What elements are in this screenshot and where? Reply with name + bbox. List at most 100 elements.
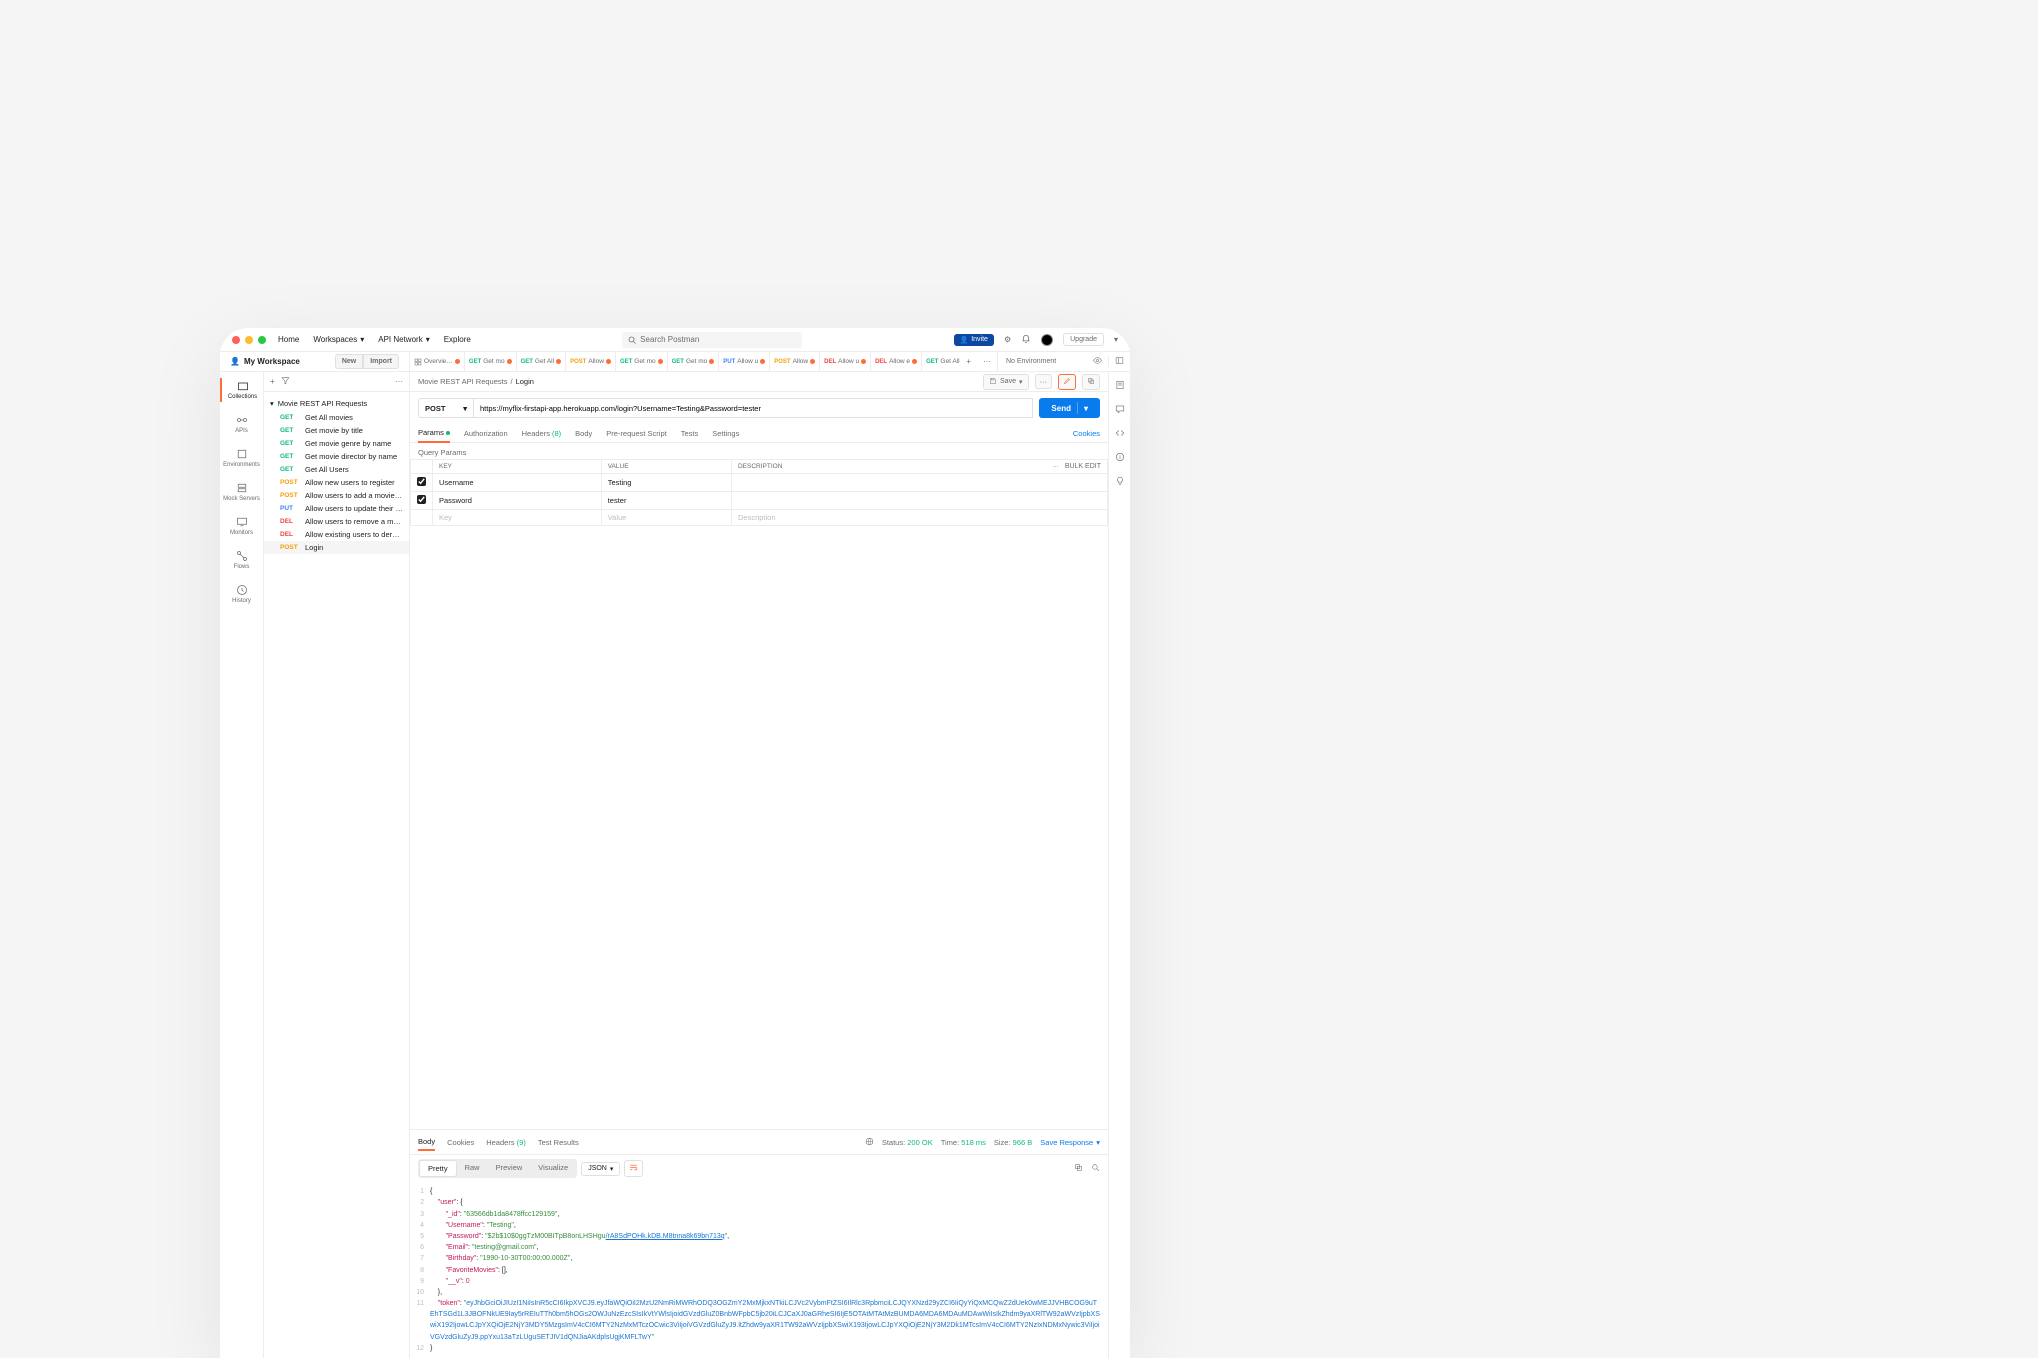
comment-icon[interactable] (1115, 404, 1125, 416)
invite-button[interactable]: 👤Invite (954, 334, 994, 346)
wrap-lines-button[interactable] (624, 1160, 643, 1177)
globe-icon[interactable] (865, 1137, 874, 1148)
cookies-link[interactable]: Cookies (1073, 429, 1100, 438)
resp-tab-cookies[interactable]: Cookies (447, 1135, 474, 1150)
menu-workspaces[interactable]: Workspaces ▾ (313, 335, 364, 344)
param-checkbox[interactable] (417, 495, 426, 504)
tab[interactable]: GETGet All (517, 352, 567, 371)
tab-body[interactable]: Body (575, 425, 592, 442)
filter-icon[interactable] (281, 376, 290, 387)
tab-settings[interactable]: Settings (712, 425, 739, 442)
chevron-down-icon[interactable]: ▾ (1114, 335, 1118, 344)
param-key-placeholder[interactable]: Key (433, 510, 602, 526)
param-value[interactable]: tester (601, 492, 731, 510)
param-key[interactable]: Username (433, 474, 602, 492)
view-visualize[interactable]: Visualize (530, 1160, 576, 1177)
import-button[interactable]: Import (363, 354, 399, 369)
tree-request[interactable]: POSTAllow new users to register (264, 476, 409, 489)
tab[interactable]: GETGet mo (465, 352, 517, 371)
code-icon[interactable] (1115, 428, 1125, 440)
menu-home[interactable]: Home (278, 335, 299, 344)
rail-mock-servers[interactable]: Mock Servers (220, 480, 263, 504)
more-tabs-button[interactable]: ··· (977, 357, 997, 366)
duplicate-button[interactable] (1082, 374, 1100, 390)
tree-request[interactable]: DELAllow users to remove a movi… (264, 515, 409, 528)
bell-icon[interactable] (1021, 334, 1031, 346)
resp-tab-body[interactable]: Body (418, 1134, 435, 1151)
breadcrumb-parent[interactable]: Movie REST API Requests (418, 377, 507, 386)
menu-api-network[interactable]: API Network ▾ (378, 335, 429, 344)
tree-request[interactable]: DELAllow existing users to deregi… (264, 528, 409, 541)
param-value[interactable]: Testing (601, 474, 731, 492)
tree-request[interactable]: GETGet movie genre by name (264, 437, 409, 450)
param-key[interactable]: Password (433, 492, 602, 510)
tree-request[interactable]: GETGet movie by title (264, 424, 409, 437)
tab[interactable]: GETGet mo (668, 352, 720, 371)
param-description-placeholder[interactable]: Description (731, 510, 1107, 526)
tab-authorization[interactable]: Authorization (464, 425, 508, 442)
rail-monitors[interactable]: Monitors (220, 514, 263, 538)
plus-icon[interactable]: + (270, 377, 275, 386)
param-value-placeholder[interactable]: Value (601, 510, 731, 526)
url-input[interactable] (473, 398, 1033, 418)
tab-prerequest[interactable]: Pre-request Script (606, 425, 666, 442)
param-checkbox[interactable] (417, 477, 426, 486)
more-icon[interactable]: ··· (395, 377, 403, 386)
send-button[interactable]: Send ▾ (1039, 398, 1100, 418)
new-tab-button[interactable]: + (960, 357, 977, 366)
avatar[interactable] (1041, 334, 1053, 346)
view-preview[interactable]: Preview (488, 1160, 531, 1177)
view-pretty[interactable]: Pretty (419, 1160, 457, 1177)
minimize-window-icon[interactable] (245, 336, 253, 344)
more-button[interactable]: ··· (1035, 374, 1053, 389)
lightbulb-icon[interactable] (1115, 476, 1125, 488)
collection-folder[interactable]: ▾ Movie REST API Requests (264, 396, 409, 411)
method-select[interactable]: POST ▾ (418, 398, 473, 418)
environment-select[interactable]: No Environment (997, 352, 1087, 371)
save-button[interactable]: Save ▾ (983, 374, 1028, 390)
rail-history[interactable]: History (220, 582, 263, 606)
rail-apis[interactable]: APIs (220, 412, 263, 436)
rail-flows[interactable]: Flows (220, 548, 263, 572)
new-button[interactable]: New (335, 354, 363, 369)
tree-request[interactable]: GETGet All Users (264, 463, 409, 476)
search-icon[interactable] (1091, 1163, 1100, 1174)
bulk-edit-button[interactable]: Bulk Edit (1065, 463, 1101, 470)
tab[interactable]: GETGet mo (616, 352, 668, 371)
response-body-viewer[interactable]: 1{2 "user": {3 "_id": "63566db1da8478ffc… (410, 1182, 1108, 1358)
tree-request[interactable]: GETGet movie director by name (264, 450, 409, 463)
tab[interactable]: DELAllow e (871, 352, 922, 371)
tree-request[interactable]: PUTAllow users to update their us… (264, 502, 409, 515)
edit-button[interactable] (1058, 374, 1076, 390)
gear-icon[interactable]: ⚙ (1004, 335, 1011, 344)
resp-tab-headers[interactable]: Headers (9) (486, 1135, 526, 1150)
tab-tests[interactable]: Tests (681, 425, 699, 442)
upgrade-button[interactable]: Upgrade (1063, 333, 1104, 346)
close-window-icon[interactable] (232, 336, 240, 344)
copy-icon[interactable] (1074, 1163, 1083, 1174)
tab[interactable]: POSTAllow (566, 352, 616, 371)
tab[interactable]: PUTAllow u (719, 352, 770, 371)
rail-environments[interactable]: Environments (220, 446, 263, 470)
view-raw[interactable]: Raw (457, 1160, 488, 1177)
tab[interactable]: POSTAllow (770, 352, 820, 371)
resp-tab-test-results[interactable]: Test Results (538, 1135, 579, 1150)
param-description[interactable] (731, 492, 1107, 510)
param-description[interactable] (731, 474, 1107, 492)
format-select[interactable]: JSON ▾ (581, 1162, 620, 1176)
docs-icon[interactable] (1115, 380, 1125, 392)
tree-request[interactable]: GETGet All movies (264, 411, 409, 424)
tab[interactable]: DELAllow u (820, 352, 871, 371)
info-icon[interactable] (1115, 452, 1125, 464)
search-input[interactable]: Search Postman (622, 332, 802, 348)
tab-headers[interactable]: Headers (8) (522, 425, 562, 442)
tab-params[interactable]: Params (418, 424, 450, 443)
tree-request[interactable]: POSTAllow users to add a movie to … (264, 489, 409, 502)
workspace-name[interactable]: 👤 My Workspace New Import (220, 352, 410, 371)
maximize-window-icon[interactable] (258, 336, 266, 344)
rail-collections[interactable]: Collections (220, 378, 263, 402)
menu-explore[interactable]: Explore (444, 335, 471, 344)
eye-icon[interactable] (1087, 356, 1108, 367)
more-icon[interactable]: ··· (1052, 463, 1059, 470)
save-response-button[interactable]: Save Response ▾ (1040, 1138, 1100, 1147)
